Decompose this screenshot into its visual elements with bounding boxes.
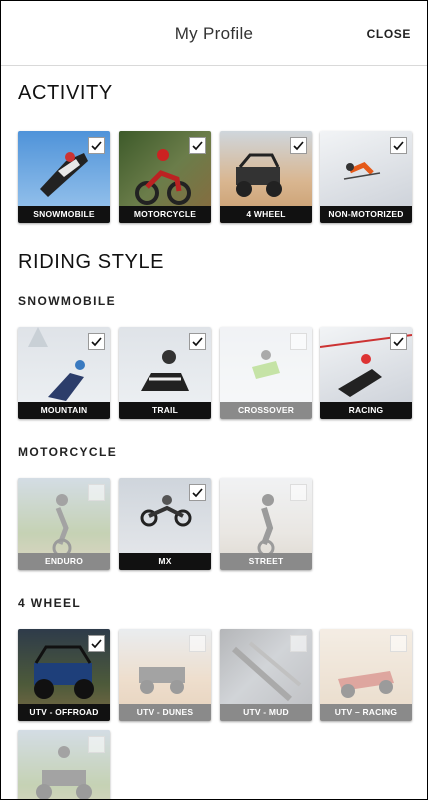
activity-tile-snowmobile[interactable]: SNOWMOBILE <box>18 131 110 223</box>
checkbox[interactable] <box>88 635 105 652</box>
style-tile-utv-dunes[interactable]: UTV - DUNES <box>119 629 211 721</box>
style-tile-crossover[interactable]: CROSSOVER <box>220 327 312 419</box>
style-tile-utv-mud[interactable]: UTV - MUD <box>220 629 312 721</box>
tile-label: UTV - OFFROAD <box>18 704 110 721</box>
activity-tile-motorcycle[interactable]: MOTORCYCLE <box>119 131 211 223</box>
checkbox[interactable] <box>189 635 206 652</box>
checkbox[interactable] <box>290 635 307 652</box>
motorcycle-heading: MOTORCYCLE <box>18 445 118 459</box>
activity-tile-4-wheel[interactable]: 4 WHEEL <box>220 131 312 223</box>
tile-label: RACING <box>320 402 412 419</box>
style-tile-utv-racing[interactable]: UTV – RACING <box>320 629 412 721</box>
checkbox[interactable] <box>290 333 307 350</box>
tile-label: NON-MOTORIZED <box>320 206 412 223</box>
checkbox[interactable] <box>88 137 105 154</box>
riding-style-heading: RIDING STYLE <box>18 251 165 273</box>
checkbox[interactable] <box>390 137 407 154</box>
style-tile-street[interactable]: STREET <box>220 478 312 570</box>
close-button[interactable]: CLOSE <box>367 27 411 41</box>
style-tile-racing[interactable]: RACING <box>320 327 412 419</box>
activity-tile-non-motorized[interactable]: NON-MOTORIZED <box>320 131 412 223</box>
tile-label: MX <box>119 553 211 570</box>
checkmark-icon <box>393 337 404 347</box>
snowmobile-heading: SNOWMOBILE <box>18 294 116 308</box>
activity-heading: ACTIVITY <box>18 82 113 104</box>
checkmark-icon <box>393 141 404 151</box>
style-tile-utv-offroad[interactable]: UTV - OFFROAD <box>18 629 110 721</box>
checkmark-icon <box>192 337 203 347</box>
checkmark-icon <box>91 639 102 649</box>
tile-label: MOUNTAIN <box>18 402 110 419</box>
header: My Profile CLOSE <box>1 1 427 66</box>
checkmark-icon <box>91 337 102 347</box>
profile-screen: My Profile CLOSE ACTIVITY SNOWMOBILE MOT… <box>0 0 428 800</box>
style-tile-trail[interactable]: TRAIL <box>119 327 211 419</box>
checkmark-icon <box>192 488 203 498</box>
page-title: My Profile <box>174 24 254 43</box>
checkbox[interactable] <box>88 736 105 753</box>
tile-label: TRAIL <box>119 402 211 419</box>
tile-label: SNOWMOBILE <box>18 206 110 223</box>
style-tile-enduro[interactable]: ENDURO <box>18 478 110 570</box>
checkbox[interactable] <box>88 333 105 350</box>
tile-label: UTV – RACING <box>320 704 412 721</box>
checkbox[interactable] <box>390 333 407 350</box>
tile-label: MOTORCYCLE <box>119 206 211 223</box>
tile-label: CROSSOVER <box>220 402 312 419</box>
tile-label: UTV - MUD <box>220 704 312 721</box>
checkbox[interactable] <box>290 484 307 501</box>
checkbox[interactable] <box>189 484 206 501</box>
style-tile-mx[interactable]: MX <box>119 478 211 570</box>
checkbox[interactable] <box>290 137 307 154</box>
tile-label: UTV - DUNES <box>119 704 211 721</box>
four-wheel-heading: 4 WHEEL <box>18 596 82 610</box>
profile-content[interactable]: ACTIVITY SNOWMOBILE MOTORCYCLE 4 WHEEL N… <box>1 66 427 799</box>
style-tile-atv[interactable] <box>18 730 110 799</box>
tile-label: ENDURO <box>18 553 110 570</box>
checkbox[interactable] <box>189 137 206 154</box>
checkmark-icon <box>192 141 203 151</box>
tile-label: STREET <box>220 553 312 570</box>
checkmark-icon <box>293 141 304 151</box>
checkbox[interactable] <box>88 484 105 501</box>
checkbox[interactable] <box>189 333 206 350</box>
style-tile-mountain[interactable]: MOUNTAIN <box>18 327 110 419</box>
tile-label: 4 WHEEL <box>220 206 312 223</box>
checkmark-icon <box>91 141 102 151</box>
checkbox[interactable] <box>390 635 407 652</box>
